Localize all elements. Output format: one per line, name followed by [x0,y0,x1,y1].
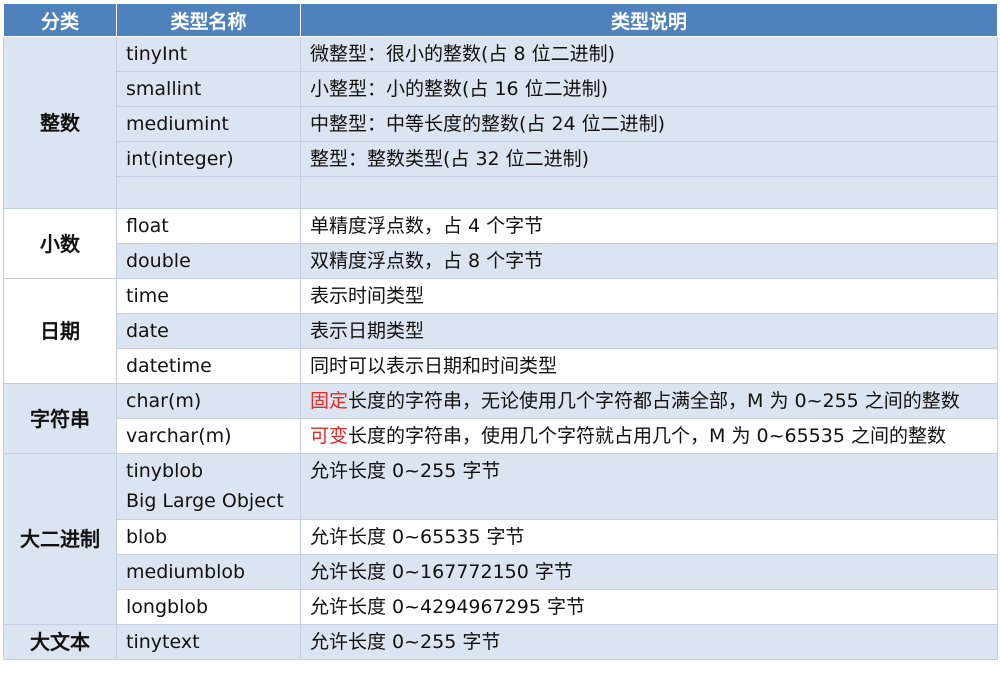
category-decimal: 小数 [3,208,117,279]
header-type-desc: 类型说明 [300,3,998,37]
table-row: varchar(m) 可变长度的字符串，使用几个字符就占用几个，M 为 0~65… [4,418,998,454]
category-integer: 整数 [3,36,117,209]
type-desc: 小整型：小的整数(占 16 位二进制) [300,71,998,107]
type-desc: 可变长度的字符串，使用几个字符就占用几个，M 为 0~65535 之间的整数 [300,418,998,454]
type-name-line1: tinyblob [126,460,204,482]
table-row: double 双精度浮点数，占 8 个字节 [4,243,998,279]
type-name: mediumblob [116,554,301,590]
type-name: smallint [116,71,301,107]
type-name: tinyInt [116,36,301,72]
type-desc: 允许长度 0~255 字节 [300,624,998,660]
table-row: 字符串 char(m) 固定长度的字符串，无论使用几个字符都占满全部，M 为 0… [3,383,998,454]
type-name: float [116,208,301,244]
table-row: mediumint 中整型：中等长度的整数(占 24 位二进制) [4,106,998,142]
type-desc: 表示时间类型 [300,278,998,314]
category-text: 大文本 [3,624,117,660]
type-name: char(m) [116,383,301,419]
table-row: 小数 float 单精度浮点数，占 4 个字节 [3,208,998,279]
type-name: longblob [116,589,301,625]
table-row: 整数 tinyInt 微整型：很小的整数(占 8 位二进制) [3,36,998,209]
type-name: mediumint [116,106,301,142]
type-name: int(integer) [116,141,301,177]
table-row: 大二进制 tinyblob Big Large Object 允许长度 0~255… [3,453,998,625]
header-type-name: 类型名称 [116,3,301,37]
empty-cell [300,176,998,209]
table-row: blob 允许长度 0~65535 字节 [4,519,998,555]
table-row: datetime 同时可以表示日期和时间类型 [4,348,998,384]
table-row: int(integer) 整型：整数类型(占 32 位二进制) [4,141,998,177]
type-name: date [116,313,301,349]
type-desc: 单精度浮点数，占 4 个字节 [300,208,998,244]
table-row: 日期 time 表示时间类型 [3,278,998,384]
category-date: 日期 [3,278,117,384]
type-desc: 整型：整数类型(占 32 位二进制) [300,141,998,177]
type-desc: 固定长度的字符串，无论使用几个字符都占满全部，M 为 0~255 之间的整数 [300,383,998,419]
type-desc: 允许长度 0~4294967295 字节 [300,589,998,625]
data-types-table: 分类 类型名称 类型说明 整数 tinyInt 微整型：很小的整数(占 8 位二… [3,3,998,660]
type-name: blob [116,519,301,555]
type-name: tinytext [116,624,301,660]
desc-text: 长度的字符串，使用几个字符就占用几个，M 为 0~65535 之间的整数 [348,425,946,447]
highlight-text: 可变 [310,425,349,447]
type-name-line2: Big Large Object [126,490,284,512]
type-desc: 同时可以表示日期和时间类型 [300,348,998,384]
type-name: datetime [116,348,301,384]
table-row: 大文本 tinytext 允许长度 0~255 字节 [3,624,998,660]
table-row: mediumblob 允许长度 0~167772150 字节 [4,554,998,590]
type-desc: 微整型：很小的整数(占 8 位二进制) [300,36,998,72]
type-desc: 双精度浮点数，占 8 个字节 [300,243,998,279]
type-desc: 表示日期类型 [300,313,998,349]
type-name: tinyblob Big Large Object [116,453,301,520]
highlight-text: 固定 [310,390,349,412]
type-desc: 允许长度 0~167772150 字节 [300,554,998,590]
header-category: 分类 [3,3,117,37]
type-name: time [116,278,301,314]
table-row: date 表示日期类型 [4,313,998,349]
header-row: 分类 类型名称 类型说明 [3,3,998,37]
category-binary: 大二进制 [3,453,117,625]
type-name: varchar(m) [116,418,301,454]
desc-text: 长度的字符串，无论使用几个字符都占满全部，M 为 0~255 之间的整数 [348,390,960,412]
type-desc: 允许长度 0~255 字节 [300,453,998,520]
empty-cell [116,176,301,209]
table-row: smallint 小整型：小的整数(占 16 位二进制) [4,71,998,107]
category-string: 字符串 [3,383,117,454]
empty-row [4,176,998,209]
table-row: longblob 允许长度 0~4294967295 字节 [4,589,998,625]
type-desc: 允许长度 0~65535 字节 [300,519,998,555]
type-desc: 中整型：中等长度的整数(占 24 位二进制) [300,106,998,142]
type-name: double [116,243,301,279]
